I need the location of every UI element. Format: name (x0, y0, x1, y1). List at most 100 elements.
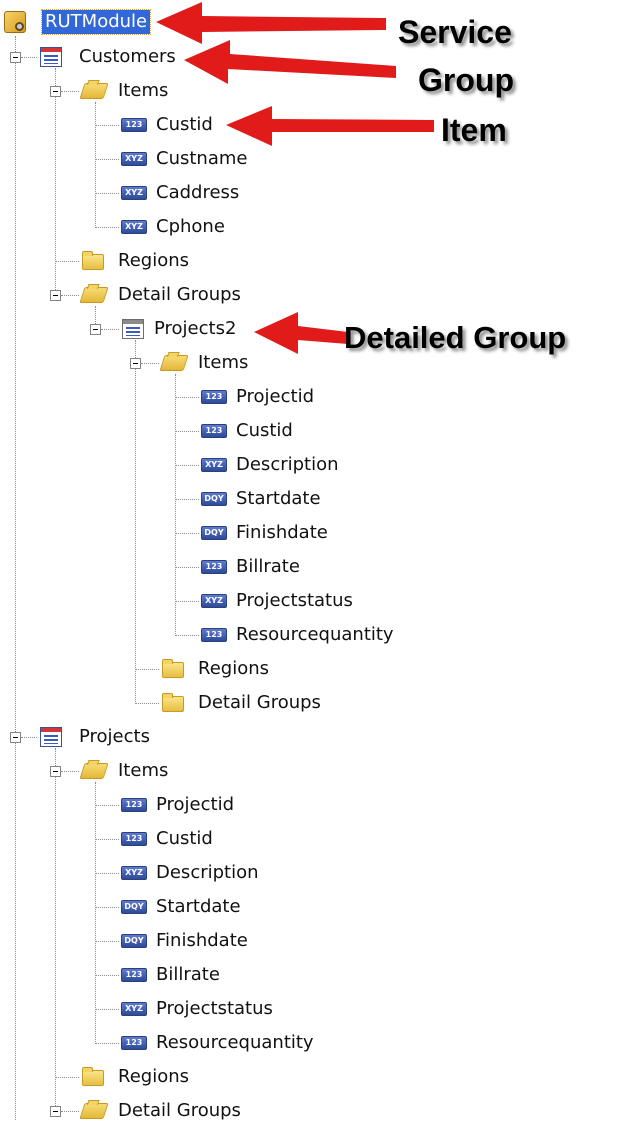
item-label[interactable]: Custid (153, 113, 216, 137)
date-type-icon: DQY (201, 526, 227, 540)
item-label[interactable]: Finishdate (153, 929, 251, 953)
tree-node-service[interactable]: RUTModule (4, 5, 152, 39)
tree-node-item[interactable]: XYZ Projectstatus (201, 584, 356, 618)
tree-node-item[interactable]: XYZ Description (121, 856, 262, 890)
item-label[interactable]: Resourcequantity (153, 1031, 317, 1055)
numeric-type-icon: 123 (121, 798, 147, 812)
item-label[interactable]: Caddress (153, 181, 242, 205)
tree-node-item[interactable]: 123 Projectid (201, 380, 317, 414)
folder-label[interactable]: Items (115, 759, 171, 783)
item-label[interactable]: Description (233, 453, 342, 477)
tree-node-item[interactable]: XYZ Description (201, 448, 342, 482)
tree-node-item[interactable]: XYZ Cphone (121, 210, 228, 244)
group-label[interactable]: Projects2 (151, 317, 239, 341)
tree-node-projects[interactable]: Projects (40, 720, 153, 754)
item-label[interactable]: Projectstatus (233, 589, 356, 613)
tree-node-item[interactable]: XYZ Caddress (121, 176, 242, 210)
tree-connector (61, 295, 79, 296)
folder-label[interactable]: Regions (115, 249, 192, 273)
collapse-icon[interactable] (90, 324, 101, 335)
item-label[interactable]: Projectid (233, 385, 317, 409)
item-label[interactable]: Custid (233, 419, 296, 443)
folder-label[interactable]: Detail Groups (195, 691, 324, 715)
service-label[interactable]: RUTModule (40, 9, 152, 35)
group-label[interactable]: Projects (76, 725, 153, 749)
tree-node-item[interactable]: 123 Custid (121, 108, 216, 142)
tree-connector (175, 465, 199, 466)
item-label[interactable]: Description (153, 861, 262, 885)
tree-node-item[interactable]: DQY Finishdate (201, 516, 331, 550)
item-label[interactable]: Billrate (233, 555, 303, 579)
arrow-group (184, 40, 396, 84)
numeric-type-icon: 123 (121, 118, 147, 132)
item-label[interactable]: Custname (153, 147, 250, 171)
tree-connector (95, 941, 119, 942)
tree-node-item[interactable]: 123 Custid (201, 414, 296, 448)
tree-connector (61, 771, 79, 772)
open-folder-icon (79, 287, 109, 303)
annotation-detailed-group: Detailed Group (344, 320, 567, 355)
tree-node-items-folder[interactable]: Items (79, 754, 171, 788)
item-label[interactable]: Startdate (233, 487, 324, 511)
tree-connector (175, 374, 176, 634)
item-label[interactable]: Billrate (153, 963, 223, 987)
item-label[interactable]: Cphone (153, 215, 228, 239)
tree-node-item[interactable]: 123 Resourcequantity (121, 1026, 317, 1060)
annotation-group: Group (418, 62, 514, 98)
tree-node-detail-groups-folder[interactable]: Detail Groups (79, 1094, 244, 1128)
folder-label[interactable]: Items (115, 79, 171, 103)
tree-connector (55, 748, 56, 1110)
collapse-icon[interactable] (10, 52, 21, 63)
tree-node-item[interactable]: 123 Billrate (121, 958, 223, 992)
detail-group-icon (122, 319, 144, 339)
tree-node-item[interactable]: 123 Custid (121, 822, 216, 856)
tree-connector (175, 499, 199, 500)
collapse-icon[interactable] (50, 290, 61, 301)
tree-node-regions-folder[interactable]: Regions (82, 244, 192, 278)
item-label[interactable]: Startdate (153, 895, 244, 919)
folder-icon (82, 1067, 104, 1086)
tree-node-detail-groups-folder[interactable]: Detail Groups (79, 278, 244, 312)
tree-connector (95, 1009, 119, 1010)
item-label[interactable]: Resourcequantity (233, 623, 397, 647)
collapse-icon[interactable] (50, 766, 61, 777)
text-type-icon: XYZ (121, 866, 147, 880)
tree-node-item[interactable]: 123 Projectid (121, 788, 237, 822)
tree-connector (95, 102, 96, 226)
tree-node-regions-folder[interactable]: Regions (162, 652, 272, 686)
folder-label[interactable]: Detail Groups (115, 283, 244, 307)
tree-node-regions-folder[interactable]: Regions (82, 1060, 192, 1094)
folder-label[interactable]: Regions (115, 1065, 192, 1089)
tree-connector (101, 329, 119, 330)
folder-label[interactable]: Detail Groups (115, 1099, 244, 1123)
tree-node-item[interactable]: DQY Finishdate (121, 924, 251, 958)
tree-node-items-folder[interactable]: Items (79, 74, 171, 108)
tree-node-detail-group[interactable]: Projects2 (122, 312, 239, 346)
tree-node-item[interactable]: DQY Startdate (201, 482, 324, 516)
collapse-icon[interactable] (50, 1106, 61, 1117)
collapse-icon[interactable] (50, 86, 61, 97)
collapse-icon[interactable] (130, 358, 141, 369)
text-type-icon: XYZ (121, 152, 147, 166)
tree-node-detail-groups-folder[interactable]: Detail Groups (162, 686, 324, 720)
folder-label[interactable]: Items (195, 351, 251, 375)
item-label[interactable]: Projectid (153, 793, 237, 817)
tree-node-item[interactable]: 123 Billrate (201, 550, 303, 584)
numeric-type-icon: 123 (201, 628, 227, 642)
open-folder-icon (79, 83, 109, 99)
tree-node-items-folder[interactable]: Items (159, 346, 251, 380)
item-label[interactable]: Projectstatus (153, 997, 276, 1021)
tree-node-item[interactable]: DQY Startdate (121, 890, 244, 924)
date-type-icon: DQY (201, 492, 227, 506)
tree-connector (95, 782, 96, 1042)
item-label[interactable]: Finishdate (233, 521, 331, 545)
item-label[interactable]: Custid (153, 827, 216, 851)
tree-node-item[interactable]: 123 Resourcequantity (201, 618, 397, 652)
open-folder-icon (159, 355, 189, 371)
text-type-icon: XYZ (201, 594, 227, 608)
collapse-icon[interactable] (10, 732, 21, 743)
open-folder-icon (79, 763, 109, 779)
folder-label[interactable]: Regions (195, 657, 272, 681)
tree-node-item[interactable]: XYZ Projectstatus (121, 992, 276, 1026)
service-icon (4, 11, 26, 33)
